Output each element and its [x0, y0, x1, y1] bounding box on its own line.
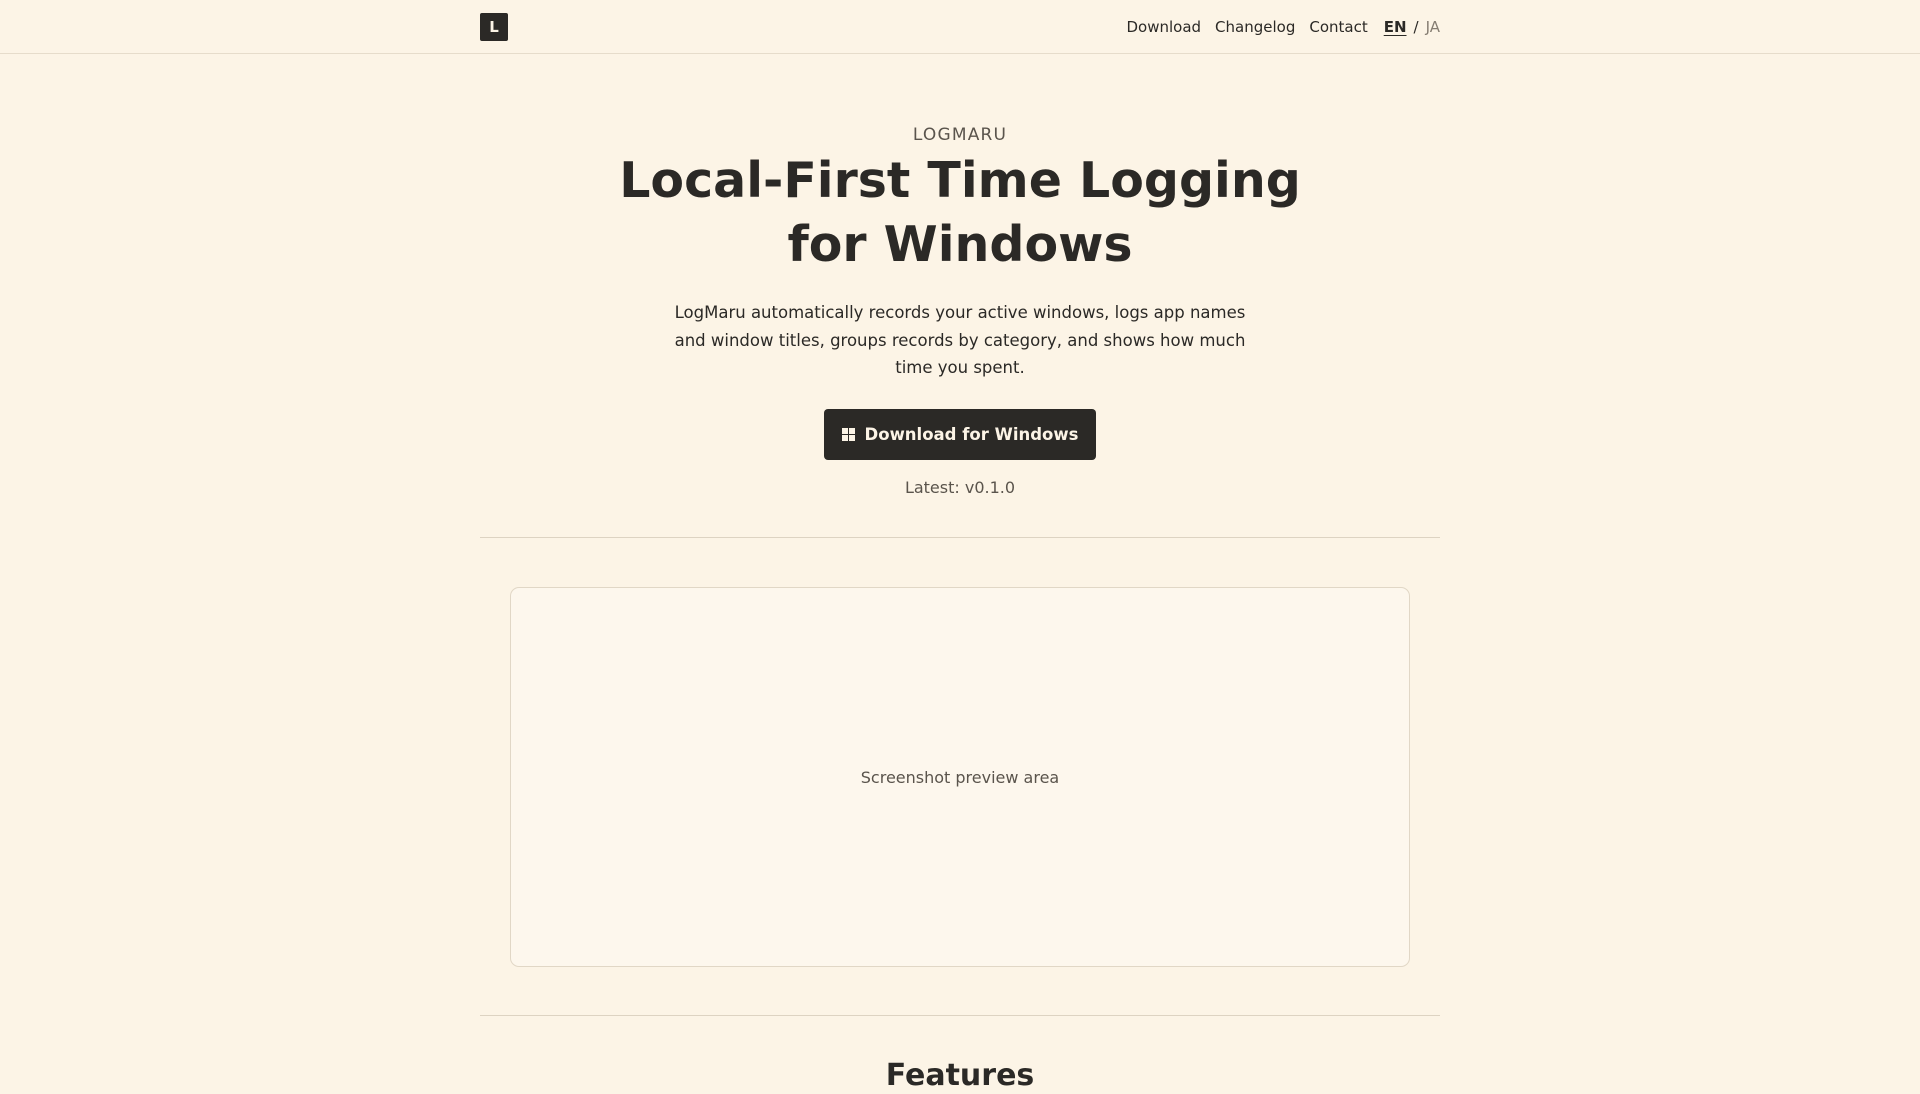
section-divider — [480, 537, 1440, 538]
nav-contact-link[interactable]: Contact — [1309, 18, 1367, 36]
screenshot-preview: Screenshot preview area — [510, 587, 1410, 967]
nav-download-link[interactable]: Download — [1126, 18, 1201, 36]
download-button-label: Download for Windows — [864, 424, 1079, 444]
top-navbar: L Download Changelog Contact EN / JA — [0, 0, 1920, 54]
page-title: Local-First Time Logging for Windows — [600, 149, 1320, 277]
features-heading: Features — [885, 1058, 1035, 1093]
screenshot-preview-label: Screenshot preview area — [860, 767, 1060, 787]
windows-logo-icon — [841, 427, 855, 441]
hero-description: LogMaru automatically records your activ… — [674, 303, 1246, 377]
logo[interactable]: L — [480, 13, 508, 41]
download-windows-button[interactable]: Download for Windows — [824, 408, 1096, 460]
page-title-line-1: Local-First Time Logging — [619, 152, 1301, 209]
lang-en-link[interactable]: EN — [1384, 18, 1407, 36]
lang-separator: / — [1413, 18, 1419, 36]
latest-version: Latest: v0.1.0 — [904, 477, 1016, 497]
section-divider — [480, 1015, 1440, 1016]
product-eyebrow: LOGMARU — [912, 125, 1008, 145]
language-switcher: EN / JA — [1384, 18, 1440, 36]
lang-ja-link[interactable]: JA — [1426, 18, 1440, 36]
nav-changelog-link[interactable]: Changelog — [1215, 18, 1295, 36]
hero-section: LOGMARU Local-First Time Logging for Win… — [480, 54, 1440, 498]
page-title-line-2: for Windows — [787, 216, 1133, 273]
logo-letter: L — [489, 18, 499, 36]
main-nav: Download Changelog Contact EN / JA — [1112, 0, 1440, 54]
